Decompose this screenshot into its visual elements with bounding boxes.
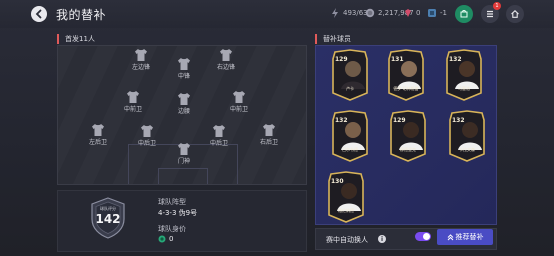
slot-label: 门神 (177, 158, 190, 165)
team-value-text: 0 (169, 235, 174, 243)
gem-counter[interactable]: 0 (403, 8, 420, 18)
page-title: 我的替补 (56, 8, 107, 22)
sub-card[interactable]: 131 德罗·切林格雷 (387, 49, 425, 101)
recommend-subs-button[interactable]: 推荐替补 (437, 229, 493, 245)
jersey-icon (178, 93, 190, 105)
bolt-icon (332, 8, 338, 18)
list-icon (487, 10, 493, 18)
team-value-label: 球队身价 (158, 225, 186, 233)
chevron-left-icon (35, 9, 42, 19)
slot-label: 中后卫 (137, 140, 156, 147)
slot-label: 左后卫 (88, 139, 107, 146)
slot-label: 中前卫 (123, 106, 142, 113)
jersey-icon (178, 143, 190, 155)
team-value: 0 (158, 235, 173, 243)
slot-lcb[interactable]: 中后卫 (132, 124, 162, 147)
recommend-subs-label: 推荐替补 (455, 233, 484, 241)
double-chevron-up-icon (447, 233, 453, 240)
sub-card-rating: 132 (449, 56, 462, 63)
sub-card[interactable]: 132 马塞洛 (445, 49, 483, 101)
slot-label: 右后卫 (259, 139, 278, 146)
gem-icon (405, 9, 411, 17)
sub-card-rating: 132 (335, 117, 348, 124)
sub-card-name: 卡拉文森 (459, 147, 475, 152)
toggle-knob (423, 233, 430, 240)
slot-label: 边腰 (177, 108, 190, 115)
sub-card-rating: 129 (335, 56, 348, 63)
jersey-icon (135, 49, 147, 61)
slot-label: 中前卫 (229, 106, 248, 113)
sub-card-rating: 129 (393, 117, 406, 124)
sub-card-name: 格伦纳德 (338, 208, 354, 213)
slot-rcm[interactable]: 中前卫 (224, 90, 254, 113)
sub-card-name: 马塞洛 (458, 86, 470, 91)
slot-lw[interactable]: 左边锋 (126, 48, 156, 71)
slot-rcb[interactable]: 中后卫 (204, 124, 234, 147)
fc-points-counter[interactable]: -1 (427, 8, 447, 18)
notification-badge: 1 (493, 2, 501, 10)
back-button[interactable] (31, 6, 47, 22)
sub-card[interactable]: 132 巴尔韦德 (331, 110, 369, 162)
formation-value: 4-3-3 伪9号 (158, 209, 198, 217)
coin-icon (158, 235, 166, 243)
sub-card-name: 穆德里克 (400, 147, 416, 152)
sub-card-name: 德罗·切林格雷 (393, 86, 419, 91)
sub-card-rating: 130 (331, 178, 344, 185)
starting-eleven-header: 首发11人 (57, 34, 95, 44)
sub-card-name: 卢卡 (346, 86, 354, 91)
gem-value: 0 (416, 9, 421, 17)
slot-cdm[interactable]: 边腰 (169, 92, 199, 115)
jersey-icon (92, 124, 104, 136)
jersey-icon (213, 125, 225, 137)
formation-label: 球队阵型 (158, 198, 186, 206)
sub-card[interactable]: 129 卢卡 (331, 49, 369, 101)
jersey-icon (220, 49, 232, 61)
team-rating-badge: 球队评分 142 (90, 197, 126, 239)
slot-gk[interactable]: 门神 (169, 142, 199, 165)
top-bar: 我的替补 493/63 2,217,987 0 -1 1 (0, 0, 554, 28)
energy-counter[interactable]: 493/63 (330, 8, 368, 18)
team-rating-value: 142 (95, 212, 121, 226)
subs-header: 替补球员 (315, 34, 351, 44)
slot-label: 右边锋 (216, 64, 235, 71)
store-button[interactable] (455, 5, 473, 23)
energy-value: 493/63 (343, 9, 368, 17)
coin-icon (365, 8, 375, 18)
sub-card-name: 巴尔韦德 (342, 147, 358, 152)
home-icon (511, 10, 519, 18)
sub-card[interactable]: 132 卡拉文森 (448, 110, 486, 162)
slot-label: 左边锋 (131, 64, 150, 71)
auto-sub-label: 赛中自动换人 (326, 236, 368, 244)
jersey-icon (127, 91, 139, 103)
slot-lb[interactable]: 左后卫 (83, 123, 113, 146)
goal-box (158, 168, 208, 184)
info-icon[interactable]: i (378, 235, 386, 243)
jersey-icon (141, 125, 153, 137)
jersey-icon (263, 124, 275, 136)
sub-card-rating: 132 (452, 117, 465, 124)
jersey-icon (178, 58, 190, 70)
slot-label: 中后卫 (209, 140, 228, 147)
store-icon (460, 10, 468, 18)
jersey-icon (233, 91, 245, 103)
sub-card[interactable]: 130 格伦纳德 (327, 171, 365, 223)
messages-button[interactable]: 1 (481, 2, 501, 23)
home-button[interactable] (506, 5, 524, 23)
slot-st[interactable]: 中锋 (169, 57, 199, 80)
slot-lcm[interactable]: 中前卫 (118, 90, 148, 113)
slot-rb[interactable]: 右后卫 (254, 123, 284, 146)
fc-points-icon (428, 9, 436, 17)
sub-card-rating: 131 (391, 56, 404, 63)
slot-label: 中锋 (177, 73, 190, 80)
sub-card[interactable]: 129 穆德里克 (389, 110, 427, 162)
slot-rw[interactable]: 右边锋 (211, 48, 241, 71)
auto-sub-toggle[interactable] (415, 232, 431, 241)
fc-points-value: -1 (440, 9, 447, 17)
